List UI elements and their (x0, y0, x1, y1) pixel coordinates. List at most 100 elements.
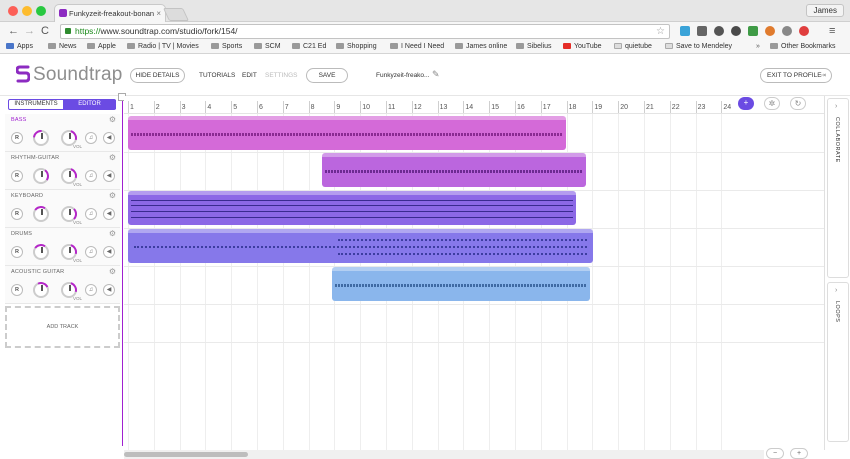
audio-region[interactable] (128, 116, 566, 150)
tab-instruments[interactable]: INSTRUMENTS (9, 100, 63, 109)
audio-region[interactable] (332, 267, 590, 301)
track-settings-gear-icon[interactable]: ⚙ (109, 191, 116, 200)
bar-number[interactable]: 7 (285, 104, 289, 111)
bar-number[interactable]: 23 (698, 104, 706, 111)
bar-number[interactable]: 6 (259, 104, 263, 111)
reload-icon[interactable]: C (41, 24, 49, 38)
pan-knob[interactable] (31, 242, 51, 262)
bookmark-other[interactable]: Other Bookmarks (770, 40, 835, 53)
bar-number[interactable]: 22 (672, 104, 680, 111)
bar-number[interactable]: 18 (569, 104, 577, 111)
back-icon[interactable]: ← (8, 24, 19, 38)
pan-knob[interactable] (29, 126, 53, 150)
extension-icon[interactable] (714, 26, 724, 36)
bookmark-item[interactable]: I Need I Need (390, 40, 444, 53)
bar-number[interactable]: 17 (543, 104, 551, 111)
bookmark-item[interactable]: quietube (614, 40, 652, 53)
track-name[interactable]: RHYTHM-GUITAR (11, 155, 59, 161)
bar-number[interactable]: 19 (594, 104, 602, 111)
minimize-window-icon[interactable] (22, 6, 32, 16)
bookmark-star-icon[interactable]: ☆ (656, 25, 665, 38)
maximize-window-icon[interactable] (36, 6, 46, 16)
zoom-out-icon[interactable]: − (766, 448, 784, 459)
bar-number[interactable]: 10 (362, 104, 370, 111)
close-window-icon[interactable] (8, 6, 18, 16)
region-header[interactable] (332, 267, 590, 271)
extension-icon[interactable] (799, 26, 809, 36)
bookmark-item[interactable]: Apple (87, 40, 116, 53)
pan-knob[interactable] (31, 166, 51, 186)
bar-number[interactable]: 24 (723, 104, 731, 111)
extension-icon[interactable] (765, 26, 775, 36)
bar-ruler[interactable]: 1 2 3 4 5 6 7 8 9 10 11 12 13 14 15 16 17 18 19 20 21 22 23 24 (124, 96, 824, 114)
edit-name-pencil-icon[interactable]: ✎ (432, 69, 440, 80)
scrollbar-thumb[interactable] (124, 452, 248, 457)
track-row[interactable]: KEYBOARD ⚙ R VOL ♫ ◀ (5, 190, 120, 228)
extension-icon[interactable] (697, 26, 707, 36)
bar-number[interactable]: 20 (620, 104, 628, 111)
bar-number[interactable]: 9 (336, 104, 340, 111)
add-region-button[interactable]: + (738, 97, 754, 110)
speaker-mute-icon[interactable]: ◀ (103, 208, 115, 220)
tab-close-icon[interactable]: × (156, 5, 161, 22)
track-row[interactable]: RHYTHM-GUITAR ⚙ R VOL ♫ ◀ (5, 152, 120, 190)
exit-to-profile-button[interactable]: EXIT TO PROFILE ⇥ (760, 68, 832, 83)
bookmark-item[interactable]: News (48, 40, 77, 53)
track-settings-gear-icon[interactable]: ⚙ (109, 115, 116, 124)
headphones-solo-icon[interactable]: ♫ (85, 170, 97, 182)
extension-icon[interactable] (731, 26, 741, 36)
record-arm-button[interactable]: R (11, 208, 23, 220)
browser-tab[interactable]: Funkyzeit-freakout-bonan × (54, 4, 166, 22)
tab-editor[interactable]: EDITOR (63, 100, 116, 109)
bookmark-item[interactable]: C21 Ed (292, 40, 326, 53)
track-settings-gear-icon[interactable]: ⚙ (109, 153, 116, 162)
url-input[interactable]: https://www.soundtrap.com/studio/fork/15… (60, 24, 670, 39)
track-settings-gear-icon[interactable]: ⚙ (109, 267, 116, 276)
bookmark-item[interactable]: Sibelius (516, 40, 552, 53)
track-name[interactable]: ACOUSTIC GUITAR (11, 269, 64, 275)
menu-icon[interactable]: ≡ (829, 24, 835, 38)
new-tab-button[interactable] (162, 8, 190, 21)
pan-knob[interactable] (30, 279, 52, 301)
bar-number[interactable]: 21 (646, 104, 654, 111)
extension-icon[interactable] (782, 26, 792, 36)
loops-tab[interactable]: › LOOPS (827, 282, 849, 442)
bar-number[interactable]: 5 (233, 104, 237, 111)
bar-number[interactable]: 11 (388, 104, 395, 111)
bookmark-item[interactable]: Sports (211, 40, 242, 53)
add-track-button[interactable]: ADD TRACK (5, 306, 120, 348)
speaker-mute-icon[interactable]: ◀ (103, 284, 115, 296)
track-row[interactable]: BASS ⚙ R VOL ♫ ◀ (5, 114, 120, 152)
project-name[interactable]: Funkyzeit-freako... (376, 72, 429, 79)
bar-number[interactable]: 13 (440, 104, 448, 111)
headphones-solo-icon[interactable]: ♫ (85, 208, 97, 220)
forward-icon[interactable]: → (24, 24, 35, 38)
track-settings-gear-icon[interactable]: ⚙ (109, 229, 116, 238)
bookmark-item[interactable]: Save to Mendeley (665, 40, 732, 53)
speaker-mute-icon[interactable]: ◀ (103, 170, 115, 182)
more-bookmarks-chevron-icon[interactable]: » (756, 40, 760, 53)
extension-icon[interactable] (748, 26, 758, 36)
bookmark-item[interactable]: Radio | TV | Movies (127, 40, 199, 53)
record-arm-button[interactable]: R (11, 246, 23, 258)
bookmark-apps[interactable]: Apps (6, 40, 33, 53)
track-row[interactable]: ACOUSTIC GUITAR ⚙ R VOL ♫ ◀ (5, 266, 120, 304)
bookmark-item[interactable]: SCM (254, 40, 281, 53)
loop-toggle-button[interactable]: ↻ (790, 97, 806, 110)
collaborate-tab[interactable]: › COLLABORATE (827, 98, 849, 278)
record-arm-button[interactable]: R (11, 132, 23, 144)
region-header[interactable] (128, 116, 566, 120)
bar-number[interactable]: 12 (414, 104, 422, 111)
bar-number[interactable]: 4 (207, 104, 211, 111)
bar-number[interactable]: 3 (182, 104, 186, 111)
playhead-line[interactable] (122, 96, 123, 446)
headphones-solo-icon[interactable]: ♫ (85, 132, 97, 144)
metronome-settings-button[interactable]: ✲ (764, 97, 780, 110)
region-header[interactable] (128, 229, 593, 233)
bar-number[interactable]: 15 (491, 104, 499, 111)
edit-menu[interactable]: EDIT (242, 72, 257, 79)
audio-region[interactable] (128, 191, 576, 225)
user-profile-button[interactable]: James (806, 4, 844, 17)
bar-number[interactable]: 2 (156, 104, 160, 111)
audio-region[interactable] (128, 229, 593, 263)
